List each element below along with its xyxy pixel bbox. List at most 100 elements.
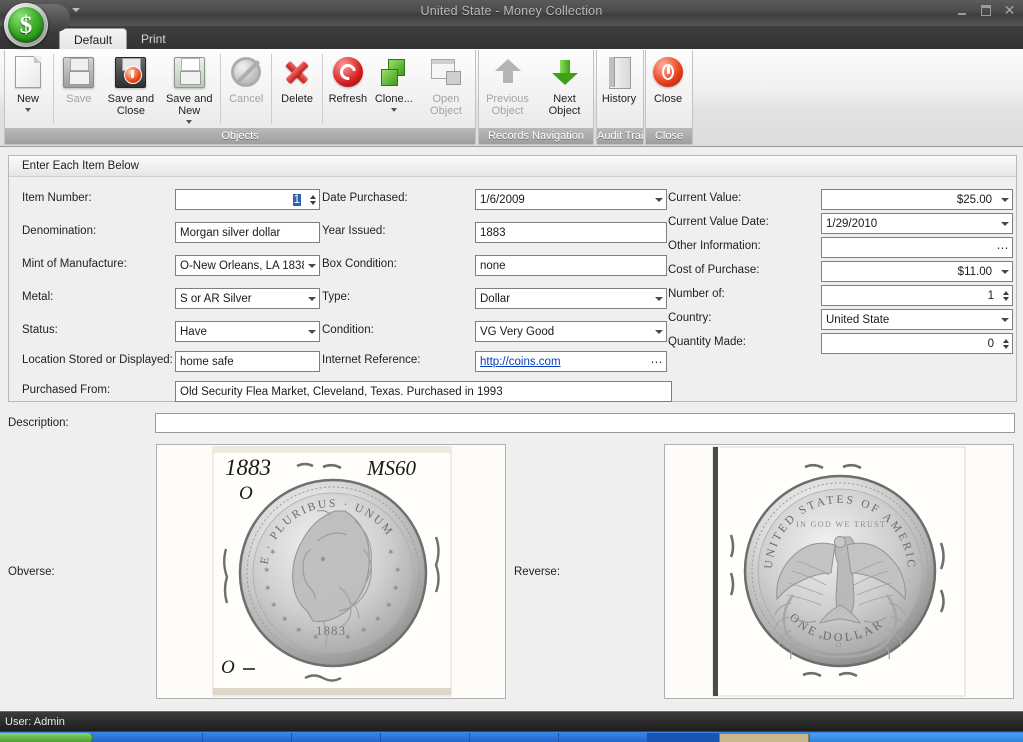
cost-of-purchase-select[interactable]: $11.00 xyxy=(821,261,1013,282)
ribbon-button-delete[interactable]: Delete xyxy=(274,50,320,129)
metal-select[interactable]: S or AR Silver xyxy=(175,288,320,309)
mint-of-manufacture-select[interactable]: O-New Orleans, LA 1838- xyxy=(175,255,320,276)
close-icon[interactable]: ✕ xyxy=(1002,3,1017,18)
quantity-made-input[interactable]: 0 xyxy=(821,333,1013,354)
box-condition-input[interactable]: none xyxy=(475,255,667,276)
description-input[interactable] xyxy=(155,413,1015,433)
country-select[interactable]: United State xyxy=(821,309,1013,330)
svg-text:1883: 1883 xyxy=(225,455,271,480)
field-row-denomination: Denomination: Morgan silver dollar xyxy=(22,222,322,244)
purchased-from-input[interactable]: Old Security Flea Market, Cleveland, Tex… xyxy=(175,381,672,402)
taskbar-item[interactable] xyxy=(559,733,648,742)
ribbon-button-previous-object[interactable]: Previous Object xyxy=(479,50,536,129)
ribbon-group-label-objects: Objects xyxy=(5,128,475,144)
taskbar-item[interactable] xyxy=(470,733,559,742)
ribbon-button-next-object[interactable]: Next Object xyxy=(536,50,593,129)
box-condition-label: Box Condition: xyxy=(322,258,397,270)
reverse-image[interactable]: UNITED STATES OF AMERICA ONE DOLLAR IN G… xyxy=(664,444,1014,699)
purchased-from-value: Old Security Flea Market, Cleveland, Tex… xyxy=(176,386,671,398)
current-value-label: Current Value: xyxy=(668,192,741,204)
chevron-down-icon[interactable] xyxy=(391,108,397,112)
metal-label: Metal: xyxy=(22,291,53,303)
chevron-down-icon[interactable] xyxy=(25,108,31,112)
chevron-down-icon[interactable] xyxy=(651,322,666,341)
type-select[interactable]: Dollar xyxy=(475,288,667,309)
current-value-select[interactable]: $25.00 xyxy=(821,189,1013,210)
description-label: Description: xyxy=(8,417,69,429)
date-purchased-select[interactable]: 1/6/2009 xyxy=(475,189,667,210)
history-book-icon xyxy=(607,55,631,89)
location-stored-input[interactable]: home safe xyxy=(175,351,320,372)
chevron-down-icon[interactable] xyxy=(651,190,666,209)
ribbon-button-save-label: Save xyxy=(56,93,102,105)
ribbon-button-save[interactable]: Save xyxy=(56,50,102,129)
ribbon-button-cancel[interactable]: Cancel xyxy=(223,50,269,129)
tab-default[interactable]: Default xyxy=(59,28,127,50)
taskbar-item[interactable] xyxy=(203,733,292,742)
condition-select[interactable]: VG Very Good xyxy=(475,321,667,342)
window-title: United State - Money Collection xyxy=(0,4,1023,18)
chevron-down-icon[interactable] xyxy=(186,120,192,124)
chevron-down-icon[interactable] xyxy=(997,190,1012,209)
item-number-input[interactable]: 1 xyxy=(175,189,320,210)
svg-text:✶: ✶ xyxy=(385,601,393,611)
taskbar-item-active[interactable] xyxy=(719,733,809,742)
open-object-window-icon xyxy=(431,55,461,89)
denomination-input[interactable]: Morgan silver dollar xyxy=(175,222,320,243)
current-value-date-select[interactable]: 1/29/2010 xyxy=(821,213,1013,234)
tab-print[interactable]: Print xyxy=(127,29,180,49)
ribbon-button-close[interactable]: Close xyxy=(646,50,690,129)
ribbon-button-refresh[interactable]: Refresh xyxy=(325,50,371,129)
form-section-title: Enter Each Item Below xyxy=(9,156,1016,177)
system-tray[interactable] xyxy=(810,733,1023,742)
ellipsis-icon[interactable]: ⋯ xyxy=(648,355,666,369)
item-number-stepper[interactable] xyxy=(306,190,319,209)
chevron-down-icon[interactable] xyxy=(651,289,666,308)
ellipsis-icon[interactable]: ⋯ xyxy=(994,241,1012,255)
denomination-label: Denomination: xyxy=(22,225,96,237)
chevron-down-icon[interactable] xyxy=(304,256,319,275)
chevron-down-icon[interactable] xyxy=(997,310,1012,329)
chevron-down-icon[interactable] xyxy=(997,214,1012,233)
ribbon-button-open-object[interactable]: Open Object xyxy=(417,50,475,129)
ribbon-button-history[interactable]: History xyxy=(597,50,641,129)
taskbar-item[interactable] xyxy=(648,733,719,742)
chevron-down-icon[interactable] xyxy=(997,262,1012,281)
taskbar-item[interactable] xyxy=(114,733,203,742)
chevron-down-icon[interactable] xyxy=(72,8,80,12)
number-of-stepper[interactable] xyxy=(999,286,1012,305)
svg-text:O: O xyxy=(239,483,253,504)
app-logo-orb[interactable]: $ xyxy=(4,3,48,47)
ribbon-button-save-and-close[interactable]: Save and Close xyxy=(102,50,160,129)
minimize-icon[interactable] xyxy=(954,3,969,18)
ribbon-button-new[interactable]: New xyxy=(5,50,51,129)
svg-text:✶: ✶ xyxy=(857,633,864,642)
quantity-made-stepper[interactable] xyxy=(999,334,1012,353)
ribbon-button-clone[interactable]: Clone... xyxy=(371,50,417,129)
number-of-input[interactable]: 1 xyxy=(821,285,1013,306)
taskbar-item[interactable] xyxy=(292,733,381,742)
ribbon-group-close: Close Close xyxy=(645,50,693,145)
chevron-down-icon[interactable] xyxy=(304,289,319,308)
current-value-date-value: 1/29/2010 xyxy=(822,218,997,230)
start-button[interactable] xyxy=(0,733,93,742)
internet-reference-link[interactable]: http://coins.com xyxy=(480,356,561,368)
maximize-icon[interactable] xyxy=(978,3,993,18)
status-select[interactable]: Have xyxy=(175,321,320,342)
field-row-current-value-date: Current Value Date: 1/29/2010 xyxy=(668,213,1013,235)
item-number-value: 1 xyxy=(293,194,301,206)
ribbon-button-save-and-new[interactable]: Save and New xyxy=(160,50,218,129)
obverse-image[interactable]: 1883 O MS60 O E · PLURIBUS · UNUM xyxy=(156,444,506,699)
ribbon-button-save-and-new-label: Save and New xyxy=(160,93,218,117)
internet-reference-input[interactable]: http://coins.com ⋯ xyxy=(475,351,667,372)
year-issued-input[interactable]: 1883 xyxy=(475,222,667,243)
ribbon-group-label-audit-trail: Audit Trail xyxy=(597,128,643,144)
taskbar-item[interactable] xyxy=(381,733,470,742)
svg-text:✶: ✶ xyxy=(270,601,278,611)
obverse-label: Obverse: xyxy=(8,566,55,578)
other-information-input[interactable]: ⋯ xyxy=(821,237,1013,258)
chevron-down-icon[interactable] xyxy=(304,322,319,341)
reverse-motto: IN GOD WE TRUST xyxy=(796,520,886,529)
application-menu-button[interactable]: $ xyxy=(2,2,62,46)
ribbon-button-previous-object-label: Previous Object xyxy=(479,93,536,117)
